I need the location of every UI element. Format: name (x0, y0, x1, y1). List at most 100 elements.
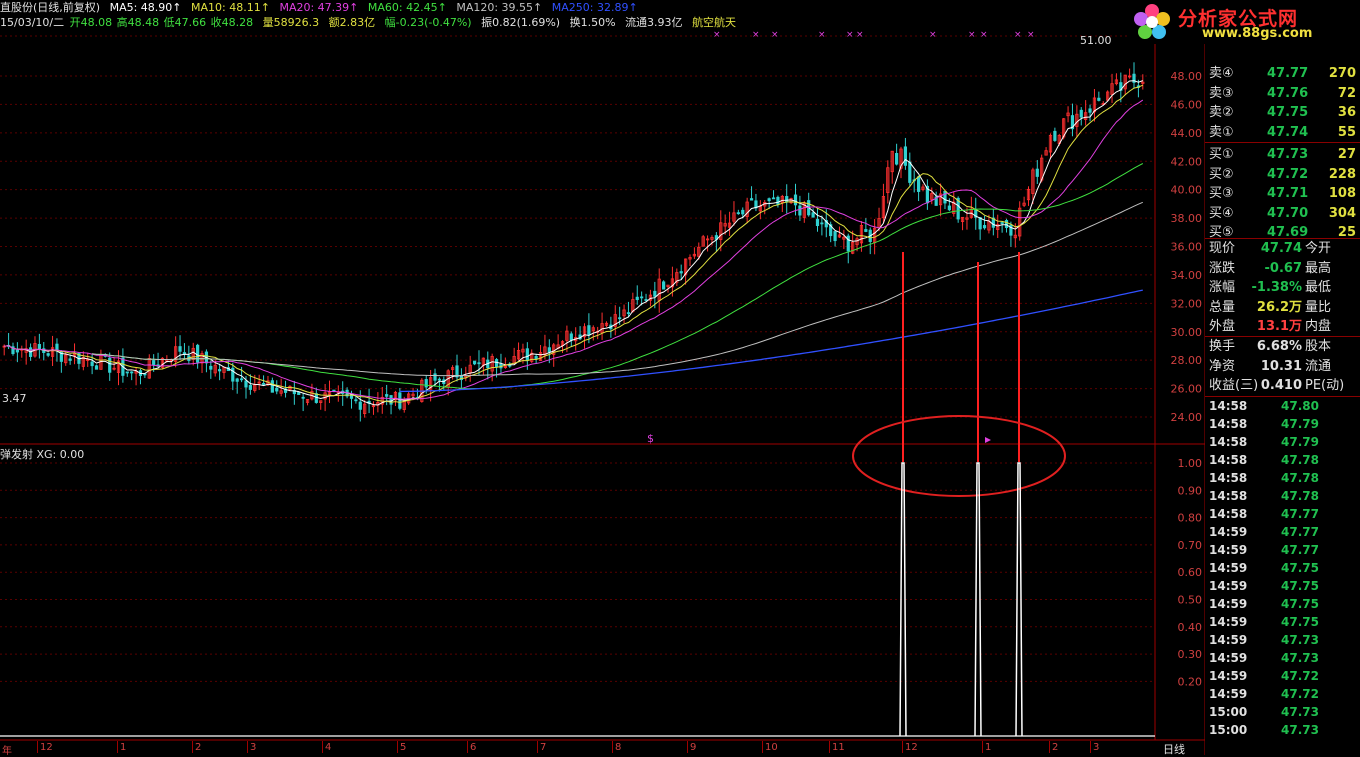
candle-body (301, 396, 305, 399)
indicator-axis-label: 0.40 (1178, 621, 1203, 634)
quote-row: 总量 26.2万 量比 (1205, 298, 1360, 317)
candle-body (569, 333, 573, 341)
level-price: 47.77 (1267, 66, 1309, 81)
tick-price: 47.78 (1281, 489, 1319, 503)
signal-spike (899, 462, 907, 737)
tick-time: 14:58 (1209, 435, 1248, 449)
level-price: 47.74 (1267, 124, 1309, 140)
candle-body (235, 378, 239, 382)
price-axis-label: 40.00 (1171, 184, 1203, 197)
time-axis-tick (247, 741, 248, 753)
signal-spike (1015, 462, 1023, 737)
price-axis-label: 48.00 (1171, 70, 1203, 83)
signal-marker: × (1027, 30, 1035, 40)
candle-body (815, 218, 820, 227)
dollar-marker: $ (647, 432, 654, 445)
indicator-axis-label: 0.50 (1178, 594, 1203, 607)
ask-bid-divider (1205, 142, 1360, 143)
candle-body (626, 312, 631, 315)
indicator-axis-label: 1.00 (1178, 457, 1203, 470)
candle-body (218, 369, 222, 372)
time-axis-tick (117, 741, 118, 753)
candle-body (385, 394, 389, 397)
tick-price: 47.73 (1281, 723, 1319, 737)
ma60-line (92, 163, 1144, 390)
candle-body (749, 198, 754, 201)
flower-icon (1134, 4, 1170, 39)
fundamental-value: 0.410 (1260, 378, 1302, 393)
candle-body (587, 325, 591, 335)
tick-time: 14:59 (1209, 687, 1248, 701)
bid-row[interactable]: 买② 47.72 228 (1205, 165, 1360, 185)
tick-row: 14:58 47.78 (1205, 469, 1360, 487)
candle-body (895, 153, 899, 165)
level-volume: 55 (1337, 124, 1356, 140)
candle-body (125, 371, 129, 374)
bid-row[interactable]: 买④ 47.70 304 (1205, 204, 1360, 224)
candle-body (903, 146, 908, 166)
sector-value: 航空航天 (692, 16, 737, 29)
candle-body (94, 365, 99, 370)
candle-body (534, 356, 538, 359)
tick-time: 14:59 (1209, 525, 1248, 539)
candle-body (248, 385, 252, 390)
ask-row[interactable]: 卖③ 47.76 72 (1205, 84, 1360, 104)
tick-time: 14:59 (1209, 597, 1248, 611)
time-axis-tick (902, 741, 903, 753)
level-label: 买④ (1209, 205, 1234, 221)
candle-body (196, 344, 200, 363)
tick-price: 47.77 (1281, 525, 1319, 539)
tick-price: 47.72 (1281, 669, 1319, 683)
kline-chart[interactable]: 51.003.47$×××××××××××× 48.0046.0044.0042… (0, 0, 1205, 755)
tick-row: 14:58 47.79 (1205, 415, 1360, 433)
candle-body (679, 271, 683, 274)
candle-body (389, 395, 393, 405)
quote-label: 总量 (1209, 299, 1236, 315)
quote-row: 涨幅 -1.38% 最低 (1205, 278, 1360, 297)
level-price: 47.73 (1267, 147, 1309, 162)
tick-time: 14:59 (1209, 579, 1248, 593)
candle-body (771, 197, 776, 200)
tick-time: 14:59 (1209, 651, 1248, 665)
ask-row[interactable]: 卖① 47.74 55 (1205, 123, 1360, 143)
candle-body (1097, 97, 1101, 101)
tick-row: 14:58 47.79 (1205, 433, 1360, 451)
ask-row[interactable]: 卖④ 47.77 270 (1205, 64, 1360, 84)
time-axis-label: 2 (1052, 742, 1059, 753)
time-axis-label: 4 (325, 742, 332, 753)
amount-value: 额2.83亿 (328, 16, 376, 29)
level-volume: 270 (1328, 66, 1356, 81)
float-value: 流通3.93亿 (625, 16, 683, 29)
indicator-axis-label: 0.80 (1178, 512, 1203, 525)
time-axis-label: 8 (615, 742, 622, 753)
bid-row[interactable]: 买① 47.73 27 (1205, 145, 1360, 165)
fundamental-row: 收益(三) 0.410 PE(动) (1205, 376, 1360, 395)
tick-price: 47.75 (1281, 561, 1319, 575)
logo-url[interactable]: www.88gs.com (1202, 26, 1312, 41)
time-axis-tick (37, 741, 38, 753)
signal-marker: × (929, 30, 937, 40)
signal-marker: × (846, 30, 854, 40)
candle-body (864, 229, 868, 232)
level-price: 47.70 (1267, 205, 1309, 221)
tick-price: 47.77 (1281, 507, 1319, 521)
time-axis-label: 12 (40, 742, 53, 753)
candle-body (833, 231, 837, 242)
candle-body (424, 379, 428, 388)
ma20-value: MA20: 47.39↑ (279, 1, 359, 14)
ask-row[interactable]: 卖② 47.75 36 (1205, 103, 1360, 123)
candle-body (1053, 130, 1057, 141)
tick-time: 14:58 (1209, 453, 1248, 467)
tick-price: 47.80 (1281, 399, 1319, 413)
candle-body (90, 361, 94, 367)
quote-label: 涨幅 (1209, 280, 1236, 295)
candle-body (472, 360, 477, 365)
candle-body (244, 380, 248, 388)
candle-body (15, 349, 19, 353)
signal-marker: × (752, 30, 760, 40)
price-axis-label: 28.00 (1171, 354, 1203, 367)
ma250-line (399, 289, 1143, 393)
bid-row[interactable]: 买③ 47.71 108 (1205, 184, 1360, 204)
time-axis-label: 5 (400, 742, 407, 753)
signal-marker: × (1014, 30, 1022, 40)
